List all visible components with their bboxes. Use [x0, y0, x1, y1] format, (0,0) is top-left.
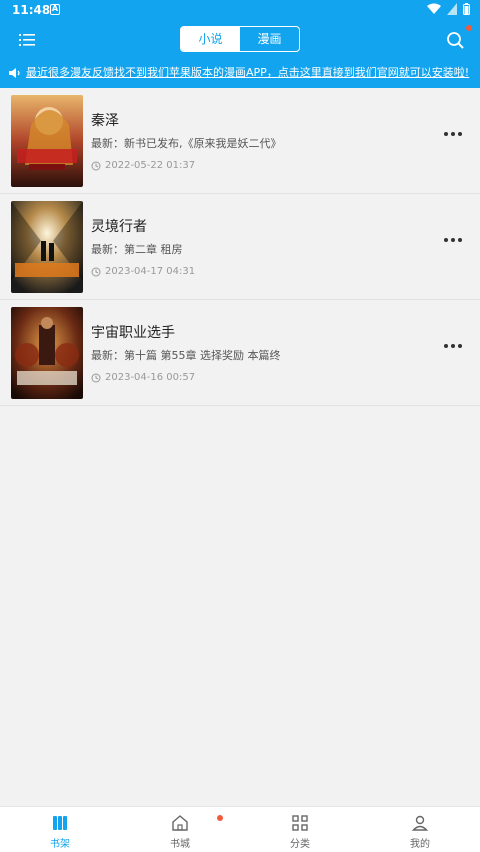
user-icon [411, 815, 429, 831]
book-latest-chapter: 最新：第十篇 第55章 选择奖励 本篇终 [91, 349, 281, 362]
book-cover[interactable] [11, 201, 83, 293]
wifi-icon [427, 3, 441, 14]
menu-icon[interactable] [16, 29, 38, 51]
notification-icon: A [50, 4, 60, 15]
book-cover[interactable] [11, 95, 83, 187]
book-title: 灵境行者 [91, 219, 147, 235]
bookshelf-icon [53, 816, 67, 830]
book-cover[interactable] [11, 307, 83, 399]
nav-profile[interactable]: 我的 [360, 807, 480, 852]
book-latest-chapter: 最新：第二章 租房 [91, 243, 183, 256]
grid-icon [292, 815, 308, 831]
book-item[interactable]: 秦泽 最新：新书已发布,《原来我是妖二代》 2022-05-22 01:37 [0, 88, 480, 194]
nav-bookshelf[interactable]: 书架 [0, 807, 120, 852]
notice-bar[interactable]: 最近很多漫友反馈找不到我们苹果版本的漫画APP，点击这里直接到我们官网就可以安装… [0, 62, 480, 84]
status-time: 11:48 [12, 3, 51, 17]
bookshelf-list: 秦泽 最新：新书已发布,《原来我是妖二代》 2022-05-22 01:37 灵… [0, 88, 480, 406]
book-latest-chapter: 最新：新书已发布,《原来我是妖二代》 [91, 137, 282, 150]
more-options-icon[interactable] [444, 128, 464, 140]
book-title: 秦泽 [91, 113, 119, 129]
clock-icon [91, 161, 101, 170]
notice-text[interactable]: 最近很多漫友反馈找不到我们苹果版本的漫画APP，点击这里直接到我们官网就可以安装… [26, 62, 469, 84]
nav-label: 我的 [410, 839, 430, 850]
tab-comic[interactable]: 漫画 [240, 27, 299, 51]
book-update-time-text: 2022-05-22 01:37 [105, 160, 196, 171]
nav-bookstore[interactable]: 书城 [120, 807, 240, 852]
home-icon [172, 815, 188, 831]
signal-icon [447, 3, 457, 15]
search-icon[interactable] [444, 29, 466, 51]
more-options-icon[interactable] [444, 234, 464, 246]
clock-icon [91, 373, 101, 382]
book-update-time: 2022-05-22 01:37 [91, 160, 195, 171]
more-options-icon[interactable] [444, 340, 464, 352]
category-tabs: 小说 漫画 [180, 26, 300, 52]
book-update-time: 2023-04-17 04:31 [91, 266, 195, 277]
book-title: 宇宙职业选手 [91, 325, 175, 341]
book-item[interactable]: 灵境行者 最新：第二章 租房 2023-04-17 04:31 [0, 194, 480, 300]
search-badge [466, 25, 472, 31]
tab-novel[interactable]: 小说 [181, 27, 240, 51]
book-update-time-text: 2023-04-17 04:31 [105, 266, 196, 277]
nav-label: 分类 [290, 839, 310, 850]
status-bar: 11:48 A [0, 0, 480, 20]
clock-icon [91, 267, 101, 276]
bookstore-badge [217, 815, 223, 821]
speaker-icon [9, 68, 20, 78]
top-header: 11:48 A 小说 漫画 最近很多漫友反馈找不到我们苹果版本的漫画APP，点击… [0, 0, 480, 88]
battery-icon [463, 3, 470, 15]
nav-category[interactable]: 分类 [240, 807, 360, 852]
bottom-nav: 书架 书城 分类 我的 [0, 806, 480, 852]
book-update-time-text: 2023-04-16 00:57 [105, 372, 196, 383]
book-item[interactable]: 宇宙职业选手 最新：第十篇 第55章 选择奖励 本篇终 2023-04-16 0… [0, 300, 480, 406]
app-bar: 小说 漫画 [0, 20, 480, 60]
nav-label: 书城 [170, 839, 190, 850]
book-update-time: 2023-04-16 00:57 [91, 372, 195, 383]
status-icons [427, 3, 470, 15]
nav-label: 书架 [50, 839, 70, 850]
